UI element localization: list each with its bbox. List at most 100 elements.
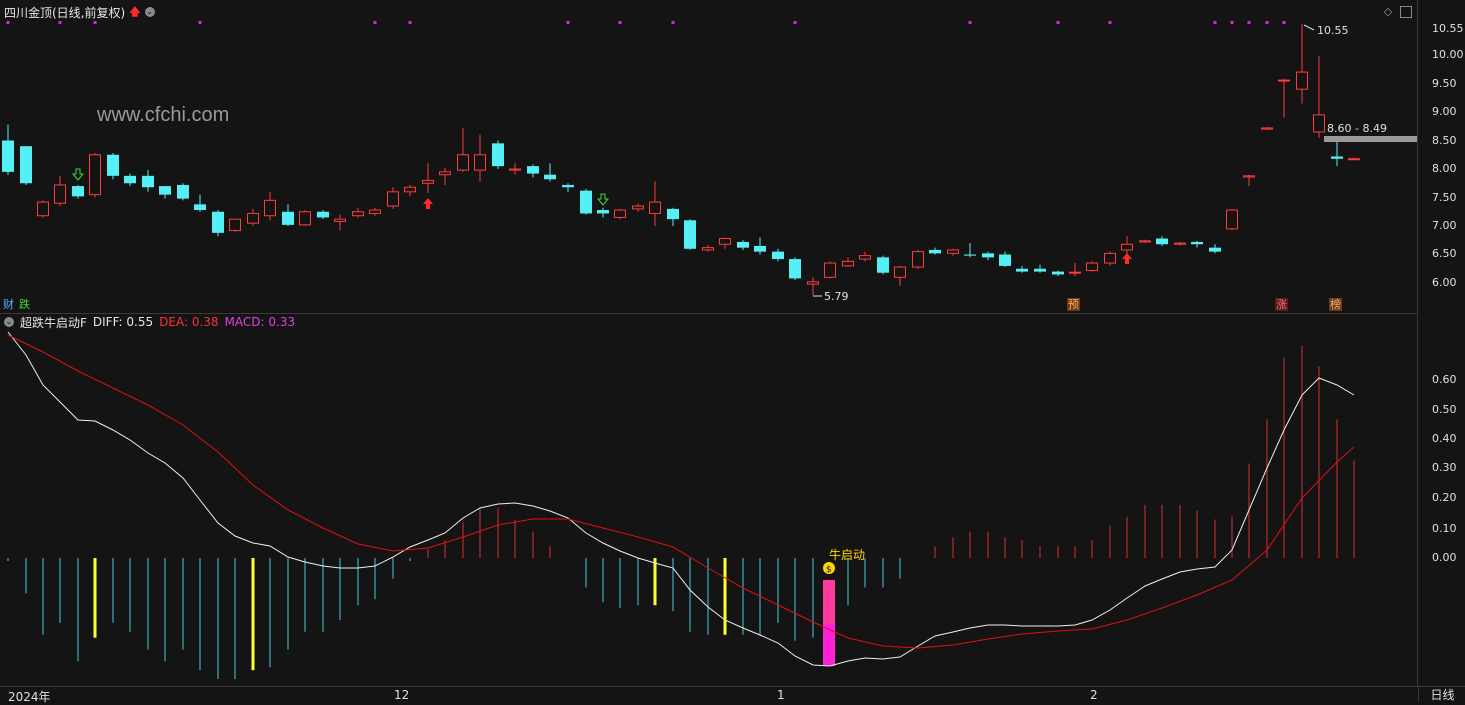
top-signal-dot — [968, 21, 972, 24]
top-signal-dot — [408, 21, 412, 24]
candle-body-down — [159, 186, 171, 195]
candle-body-up — [1278, 79, 1290, 82]
x-axis — [0, 686, 1465, 703]
macd-tick-label: 0.40 — [1432, 432, 1457, 445]
candle-body-up — [1121, 243, 1133, 251]
x-label-year: 2024年 — [8, 690, 51, 704]
candle-body-up — [1261, 127, 1273, 130]
candle-body-up — [1069, 271, 1081, 274]
tag-die[interactable]: 跌 — [18, 298, 31, 311]
top-signal-dot — [1247, 21, 1251, 24]
candle-body-up — [947, 249, 959, 254]
candle-body-down — [282, 211, 294, 225]
candle-body-up — [649, 201, 661, 214]
candle-body-up — [37, 201, 49, 217]
candle-body-down — [317, 211, 329, 218]
top-signal-dot — [6, 21, 10, 24]
candle-body-up — [1226, 209, 1238, 230]
candle-body-down — [527, 166, 539, 174]
candle-body-up — [1086, 262, 1098, 271]
top-signal-dot — [566, 21, 570, 24]
top-signal-dot — [1213, 21, 1217, 24]
indicator-name[interactable]: 超跌牛启动F — [20, 314, 87, 331]
price-tick-label: 6.50 — [1432, 247, 1457, 260]
candle-body-down — [72, 186, 84, 197]
macd-tick-label: 0.60 — [1432, 373, 1457, 386]
candle-body-down — [597, 210, 609, 214]
top-signal-dot — [671, 21, 675, 24]
red-up-arrow-icon — [423, 198, 433, 209]
macd-value: MACD: 0.33 — [224, 315, 296, 329]
candle-body-down — [772, 251, 784, 260]
candle-body-down — [999, 254, 1011, 266]
tag-bang[interactable]: 榜 — [1329, 298, 1342, 311]
price-tick-label: 9.50 — [1432, 77, 1457, 90]
chevron-down-icon[interactable]: ⌄ — [4, 317, 14, 327]
green-down-arrow-icon — [71, 168, 85, 181]
high-leader — [1303, 24, 1315, 31]
candle-body-up — [334, 218, 346, 222]
candle-body-down — [1331, 156, 1343, 159]
candle-body-up — [404, 186, 416, 193]
candle-body-up — [807, 281, 819, 285]
candle-body-down — [754, 245, 766, 252]
kline-chart[interactable]: $ — [0, 0, 1417, 702]
price-tick-label: 10.00 — [1432, 48, 1464, 61]
money-bag-glyph: $ — [826, 565, 832, 575]
candle-body-up — [247, 212, 259, 224]
macd-tick-label: 0.10 — [1432, 522, 1457, 535]
candle-body-down — [1191, 241, 1203, 245]
macd-tick-label: 0.00 — [1432, 551, 1457, 564]
candle-body-down — [212, 211, 224, 233]
candle-body-up — [54, 184, 66, 204]
price-tick-label: 6.00 — [1432, 276, 1457, 289]
candle-body-up — [842, 260, 854, 267]
candle-body-down — [194, 204, 206, 211]
price-tick-label: 10.55 — [1432, 22, 1464, 35]
candle-body-down — [1016, 268, 1028, 272]
top-signal-dot — [198, 21, 202, 24]
candle-body-up — [264, 199, 276, 217]
price-tick-label: 8.50 — [1432, 134, 1457, 147]
dea-line — [7, 334, 1355, 649]
top-signal-dot — [58, 21, 62, 24]
period-button[interactable]: 日线 — [1418, 686, 1465, 702]
candle-body-up — [632, 205, 644, 210]
signal-bar-top — [823, 580, 835, 624]
top-signal-dot — [793, 21, 797, 24]
candle-body-down — [964, 254, 976, 256]
candle-body-up — [1243, 175, 1255, 178]
candle-body-down — [492, 143, 504, 167]
candle-body-up — [352, 211, 364, 217]
candle-body-up — [912, 251, 924, 268]
price-tick-label: 7.50 — [1432, 191, 1457, 204]
tag-zhang[interactable]: 涨 — [1275, 298, 1288, 311]
price-tick-label: 8.00 — [1432, 162, 1457, 175]
candle-body-down — [667, 208, 679, 220]
panel-divider — [0, 313, 1417, 314]
candle-body-up — [894, 266, 906, 278]
candle-body-up — [369, 209, 381, 214]
candle-body-down — [737, 241, 749, 248]
candle-body-down — [177, 184, 189, 199]
red-up-arrow-icon — [1122, 253, 1132, 264]
top-signal-dot — [373, 21, 377, 24]
candle-body-down — [1209, 247, 1221, 252]
macd-tick-label: 0.50 — [1432, 403, 1457, 416]
candle-body-up — [474, 154, 486, 171]
candle-body-up — [1296, 71, 1308, 90]
candle-body-down — [544, 174, 556, 180]
top-signal-dot — [1265, 21, 1269, 24]
low-annotation: 5.79 — [824, 290, 849, 303]
candle-body-down — [684, 220, 696, 249]
tag-cai[interactable]: 财 — [2, 298, 15, 311]
top-signal-dot — [1056, 21, 1060, 24]
x-label-feb: 2 — [1090, 688, 1098, 702]
candle-body-up — [422, 179, 434, 184]
candle-body-up — [824, 262, 836, 278]
tag-yu[interactable]: 预 — [1067, 298, 1080, 311]
candle-body-up — [859, 255, 871, 260]
candle-body-up — [702, 247, 714, 251]
macd-tick-label: 0.20 — [1432, 491, 1457, 504]
candle-body-up — [1139, 240, 1151, 243]
